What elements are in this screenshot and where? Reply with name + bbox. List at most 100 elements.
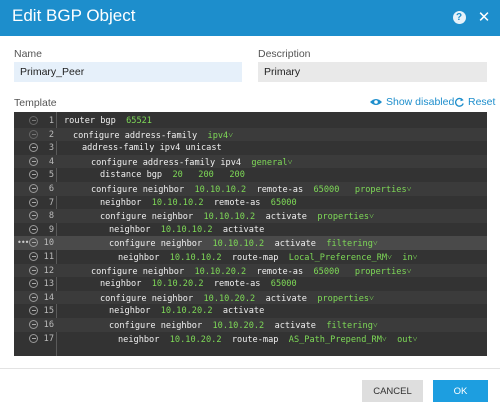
- code-value[interactable]: 10.10.10.2: [212, 239, 264, 249]
- chevron-down-icon[interactable]: ˅: [288, 158, 293, 168]
- show-disabled-toggle[interactable]: Show disabled: [370, 96, 454, 108]
- code-value[interactable]: 10.10.20.2: [152, 279, 204, 289]
- code-value[interactable]: 10.10.20.2: [170, 335, 222, 345]
- code-value[interactable]: 65000: [314, 267, 340, 277]
- description-input[interactable]: Primary: [258, 62, 487, 82]
- template-editor[interactable]: 1 router bgp 65521 2 configure address-fami…: [14, 112, 487, 356]
- reset-button[interactable]: Reset: [454, 96, 495, 108]
- code-value[interactable]: 10.10.10.2: [194, 185, 246, 195]
- editor-line[interactable]: 6 configure neighbor 10.10.10.2 remote-as…: [14, 182, 487, 196]
- line-toggle-icon[interactable]: [29, 320, 38, 329]
- editor-line[interactable]: 15 neighbor 10.10.20.2 activate: [14, 304, 487, 318]
- line-toggle-icon[interactable]: [29, 224, 38, 234]
- chevron-down-icon[interactable]: ˅: [228, 131, 233, 141]
- code-text: configure neighbor 10.10.10.2 remote-as …: [91, 184, 412, 195]
- editor-line[interactable]: 11 neighbor 10.10.10.2 route-map Local_Pr…: [14, 250, 487, 264]
- code-keyword: activate: [212, 224, 265, 235]
- code-value[interactable]: properties: [317, 294, 369, 304]
- code-value[interactable]: 65000: [271, 198, 297, 208]
- line-toggle-icon[interactable]: [29, 170, 38, 180]
- code-keyword: remote-as: [246, 185, 314, 195]
- line-toggle-icon[interactable]: [29, 292, 38, 302]
- editor-line[interactable]: 14 configure neighbor 10.10.20.2 activate…: [14, 290, 487, 305]
- code-value[interactable]: 20 200 200: [172, 170, 244, 180]
- editor-line[interactable]: 2 configure address-family ipv4˅: [14, 127, 487, 142]
- chevron-down-icon[interactable]: ˅: [413, 253, 418, 263]
- code-keyword: neighbor: [100, 279, 152, 290]
- more-dots-icon[interactable]: •••: [17, 238, 29, 247]
- code-value[interactable]: filtering: [326, 239, 373, 249]
- code-keyword: activate: [255, 212, 318, 223]
- code-value[interactable]: 10.10.10.2: [203, 212, 255, 222]
- code-value[interactable]: filtering: [326, 321, 373, 331]
- code-value[interactable]: general: [251, 158, 287, 168]
- editor-line[interactable]: 16 configure neighbor 10.10.20.2 activate…: [14, 318, 487, 332]
- editor-line[interactable]: 3 address-family ipv4 unicast: [14, 141, 487, 155]
- chevron-down-icon[interactable]: ˅: [369, 294, 374, 304]
- line-toggle-icon[interactable]: [29, 129, 38, 139]
- editor-line[interactable]: 12 configure neighbor 10.10.20.2 remote-a…: [14, 263, 487, 278]
- line-toggle-icon[interactable]: [29, 238, 38, 248]
- line-toggle-icon[interactable]: [29, 279, 38, 289]
- editor-line[interactable]: ••• 10 configure neighbor 10.10.10.2 activ…: [14, 236, 487, 250]
- editor-line[interactable]: 1 router bgp 65521: [14, 114, 487, 128]
- code-value[interactable]: properties: [355, 185, 407, 195]
- chevron-down-icon[interactable]: ˅: [369, 212, 374, 222]
- code-value[interactable]: 65521: [126, 116, 152, 126]
- code-value[interactable]: in: [402, 253, 412, 263]
- editor-line[interactable]: 8 configure neighbor 10.10.10.2 activate …: [14, 209, 487, 223]
- code-value[interactable]: 65000: [271, 279, 297, 289]
- line-number: 15: [43, 306, 54, 317]
- line-toggle-icon[interactable]: [29, 265, 38, 275]
- code-value[interactable]: 10.10.10.2: [170, 253, 222, 263]
- code-value[interactable]: ipv4: [208, 131, 229, 141]
- line-toggle-icon[interactable]: [29, 143, 38, 153]
- show-disabled-label: Show disabled: [386, 96, 455, 108]
- code-value[interactable]: AS_Path_Prepend_RM: [289, 335, 382, 345]
- chevron-down-icon[interactable]: ˅: [373, 321, 378, 331]
- line-toggle-icon[interactable]: [29, 306, 38, 316]
- cancel-button[interactable]: CANCEL: [362, 380, 423, 402]
- code-value[interactable]: 10.10.10.2: [152, 198, 204, 208]
- line-number: 3: [48, 143, 54, 154]
- name-input[interactable]: Primary_Peer: [14, 62, 242, 82]
- line-number: 4: [48, 156, 54, 167]
- editor-line[interactable]: 4 configure address-family ipv4 general˅: [14, 154, 487, 169]
- code-text: neighbor 10.10.20.2 route-map AS_Path_Pr…: [118, 334, 418, 345]
- line-toggle-icon[interactable]: [29, 116, 38, 125]
- editor-line[interactable]: 17 neighbor 10.10.20.2 route-map AS_Path_…: [14, 332, 487, 346]
- chevron-down-icon[interactable]: ˅: [407, 267, 412, 277]
- reset-label: Reset: [468, 96, 496, 108]
- code-value[interactable]: out: [397, 335, 413, 345]
- code-value[interactable]: Local_Preference_RM: [289, 253, 387, 263]
- line-toggle-icon[interactable]: [29, 197, 38, 207]
- code-keyword: neighbor: [118, 334, 170, 345]
- code-value[interactable]: 10.10.20.2: [161, 306, 213, 316]
- code-text: configure address-family ipv4˅: [73, 130, 233, 141]
- editor-line[interactable]: 7 neighbor 10.10.10.2 remote-as 65000: [14, 196, 487, 210]
- code-value[interactable]: 10.10.20.2: [203, 294, 255, 304]
- help-icon[interactable]: ?: [451, 9, 467, 25]
- code-value[interactable]: 10.10.10.2: [161, 225, 213, 235]
- code-value[interactable]: properties: [317, 212, 369, 222]
- editor-line[interactable]: 5 distance bgp 20 200 200: [14, 168, 487, 182]
- line-toggle-icon[interactable]: [29, 252, 38, 261]
- editor-line[interactable]: 13 neighbor 10.10.20.2 remote-as 65000: [14, 277, 487, 291]
- ok-button[interactable]: OK: [433, 380, 488, 402]
- editor-line[interactable]: 9 neighbor 10.10.10.2 activate: [14, 223, 487, 237]
- line-number: 2: [48, 129, 54, 140]
- line-toggle-icon[interactable]: [29, 211, 38, 221]
- chevron-down-icon[interactable]: ˅: [407, 185, 412, 195]
- code-keyword: [392, 253, 402, 263]
- code-value[interactable]: properties: [355, 267, 407, 277]
- line-toggle-icon[interactable]: [29, 333, 38, 343]
- code-value[interactable]: 10.10.20.2: [194, 267, 246, 277]
- code-value[interactable]: 65000: [314, 185, 340, 195]
- chevron-down-icon[interactable]: ˅: [413, 335, 418, 345]
- line-toggle-icon[interactable]: [29, 156, 38, 166]
- chevron-down-icon[interactable]: ˅: [373, 239, 378, 249]
- code-value[interactable]: 10.10.20.2: [212, 321, 264, 331]
- close-icon[interactable]: ✕: [476, 9, 492, 26]
- line-toggle-icon[interactable]: [29, 184, 38, 193]
- code-keyword: [387, 335, 397, 345]
